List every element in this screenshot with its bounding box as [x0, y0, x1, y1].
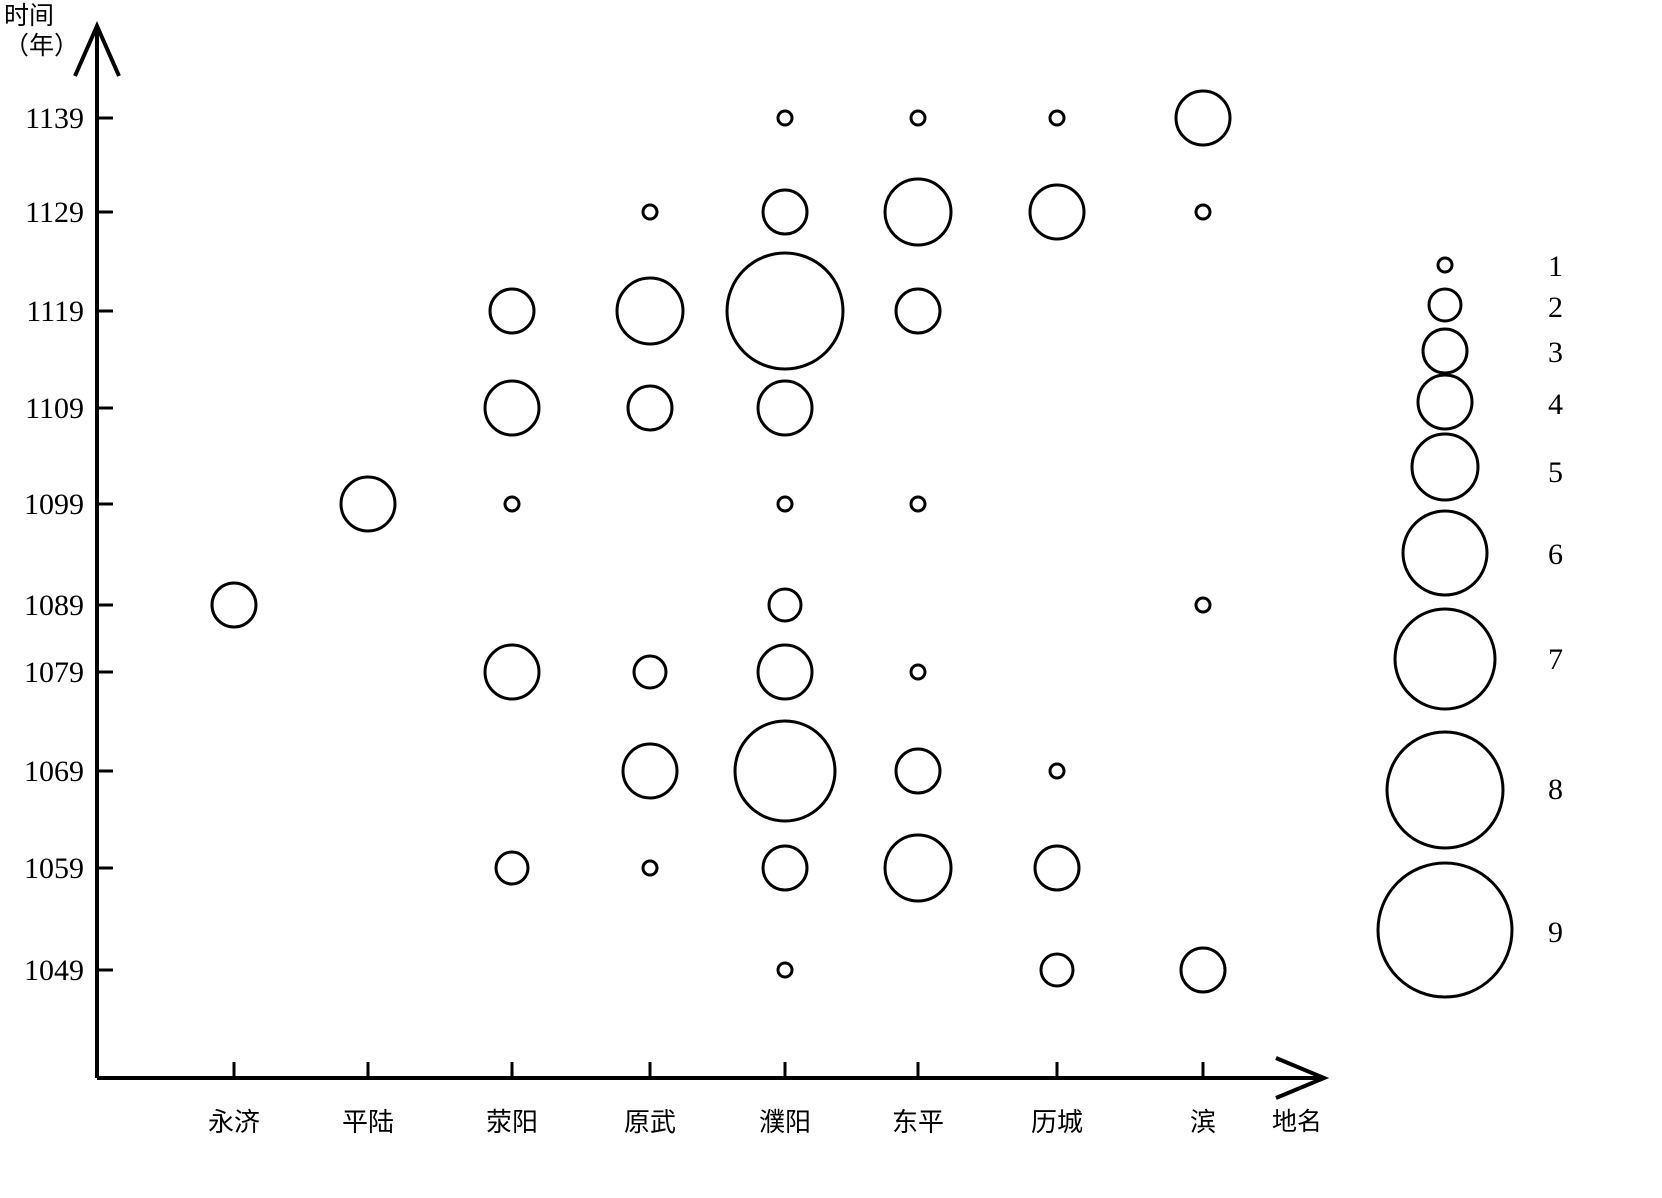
- data-bubble[interactable]: [503, 495, 521, 513]
- y-axis-tick-label: 1059: [24, 852, 84, 885]
- data-bubble[interactable]: [767, 587, 803, 623]
- legend-size-label: 4: [1548, 388, 1563, 421]
- data-bubble[interactable]: [1033, 844, 1081, 892]
- legend-bubble: [1401, 509, 1489, 597]
- legend-bubble: [1385, 730, 1505, 850]
- data-bubble[interactable]: [615, 276, 685, 346]
- data-bubble[interactable]: [1194, 203, 1212, 221]
- legend-size-label: 3: [1548, 336, 1563, 369]
- data-bubble[interactable]: [909, 663, 927, 681]
- legend-size-label: 5: [1548, 456, 1563, 489]
- x-axis-tick-label: 永济: [207, 1108, 260, 1137]
- y-axis-tick-label: 1049: [24, 954, 84, 987]
- data-bubble[interactable]: [894, 287, 942, 335]
- data-bubble[interactable]: [488, 287, 536, 335]
- data-bubble[interactable]: [909, 109, 927, 127]
- data-bubble[interactable]: [339, 475, 397, 533]
- data-bubble[interactable]: [621, 742, 679, 800]
- y-axis-tick-label: 1119: [26, 295, 84, 328]
- data-bubble[interactable]: [626, 384, 674, 432]
- data-bubble[interactable]: [883, 177, 953, 247]
- y-axis-tick-label: 1069: [24, 755, 84, 788]
- data-bubble[interactable]: [756, 643, 814, 701]
- data-bubble[interactable]: [776, 961, 794, 979]
- data-bubble[interactable]: [210, 581, 258, 629]
- legend-bubble: [1416, 373, 1474, 431]
- data-bubble[interactable]: [776, 495, 794, 513]
- data-bubble[interactable]: [1194, 596, 1212, 614]
- data-bubble[interactable]: [894, 747, 942, 795]
- x-axis-tick-label: 荥阳: [485, 1108, 538, 1137]
- legend-size-label: 1: [1548, 250, 1563, 283]
- legend-size-label: 2: [1548, 291, 1563, 324]
- legend-size-label: 6: [1548, 538, 1563, 571]
- data-bubble[interactable]: [641, 203, 659, 221]
- legend-size-label: 8: [1548, 773, 1563, 806]
- data-bubble[interactable]: [641, 859, 659, 877]
- data-bubble[interactable]: [776, 109, 794, 127]
- data-bubble[interactable]: [756, 379, 814, 437]
- data-bubble[interactable]: [761, 844, 809, 892]
- data-bubble[interactable]: [1048, 762, 1066, 780]
- data-bubble[interactable]: [1039, 952, 1075, 988]
- data-bubble[interactable]: [883, 833, 953, 903]
- y-axis-tick-label: 1109: [25, 392, 84, 425]
- chart-canvas: [73, 21, 1514, 1100]
- data-bubble[interactable]: [1028, 183, 1086, 241]
- legend-bubble: [1410, 432, 1480, 502]
- x-axis-tick-label: 东平: [891, 1108, 944, 1137]
- x-axis-tick-label: 濮阳: [758, 1108, 811, 1137]
- x-axis-tick-label: 历城: [1030, 1108, 1083, 1137]
- data-bubble[interactable]: [761, 188, 809, 236]
- x-axis-tick-label: 原武: [623, 1108, 676, 1137]
- x-axis-tick-label: 平陆: [341, 1108, 394, 1137]
- data-bubble[interactable]: [909, 495, 927, 513]
- legend-bubble: [1376, 861, 1514, 999]
- legend-bubble: [1421, 327, 1469, 375]
- data-bubble[interactable]: [494, 850, 530, 886]
- data-bubble[interactable]: [632, 654, 668, 690]
- legend-bubble: [1427, 287, 1463, 323]
- legend-size-label: 9: [1548, 916, 1563, 949]
- legend-bubble: [1436, 256, 1454, 274]
- bubble-chart-page: 时间 （年） 地名 1139 1129 1119 1109 1099 1089 1079 10…: [0, 0, 1662, 1198]
- data-bubble[interactable]: [1174, 89, 1232, 147]
- data-bubble[interactable]: [483, 379, 541, 437]
- data-bubble[interactable]: [1048, 109, 1066, 127]
- data-bubble[interactable]: [733, 719, 837, 823]
- data-bubble[interactable]: [725, 251, 845, 371]
- x-axis-tick-label: 滨: [1189, 1108, 1216, 1137]
- y-axis-tick-label: 1139: [25, 102, 84, 135]
- y-axis-tick-label: 1089: [24, 589, 84, 622]
- y-axis-tick-label: 1129: [25, 196, 84, 229]
- data-bubble[interactable]: [483, 643, 541, 701]
- legend-size-label: 7: [1548, 643, 1563, 676]
- y-axis-tick-label: 1099: [24, 488, 84, 521]
- data-bubble[interactable]: [1179, 946, 1227, 994]
- y-axis-tick-label: 1079: [24, 656, 84, 689]
- legend-bubble: [1393, 607, 1497, 711]
